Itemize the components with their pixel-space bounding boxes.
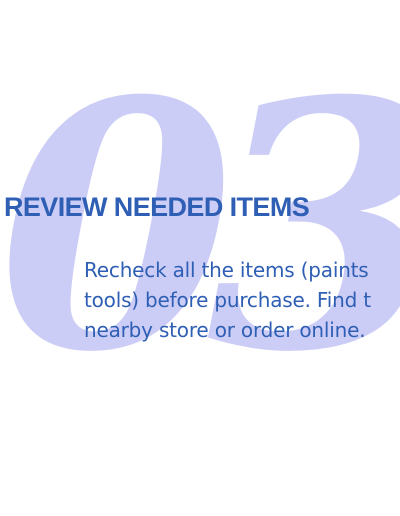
step-description-line: Recheck all the items (paints (84, 258, 369, 282)
step-description-line: nearby store or order online. (84, 318, 366, 342)
step-title: REVIEW NEEDED ITEMS (4, 192, 310, 222)
step-number: 03 (0, 28, 400, 427)
step-card: 03 REVIEW NEEDED ITEMS Recheck all the i… (0, 0, 400, 516)
step-description: Recheck all the items (paints tools) bef… (84, 255, 400, 345)
step-description-line: tools) before purchase. Find t (84, 288, 371, 312)
